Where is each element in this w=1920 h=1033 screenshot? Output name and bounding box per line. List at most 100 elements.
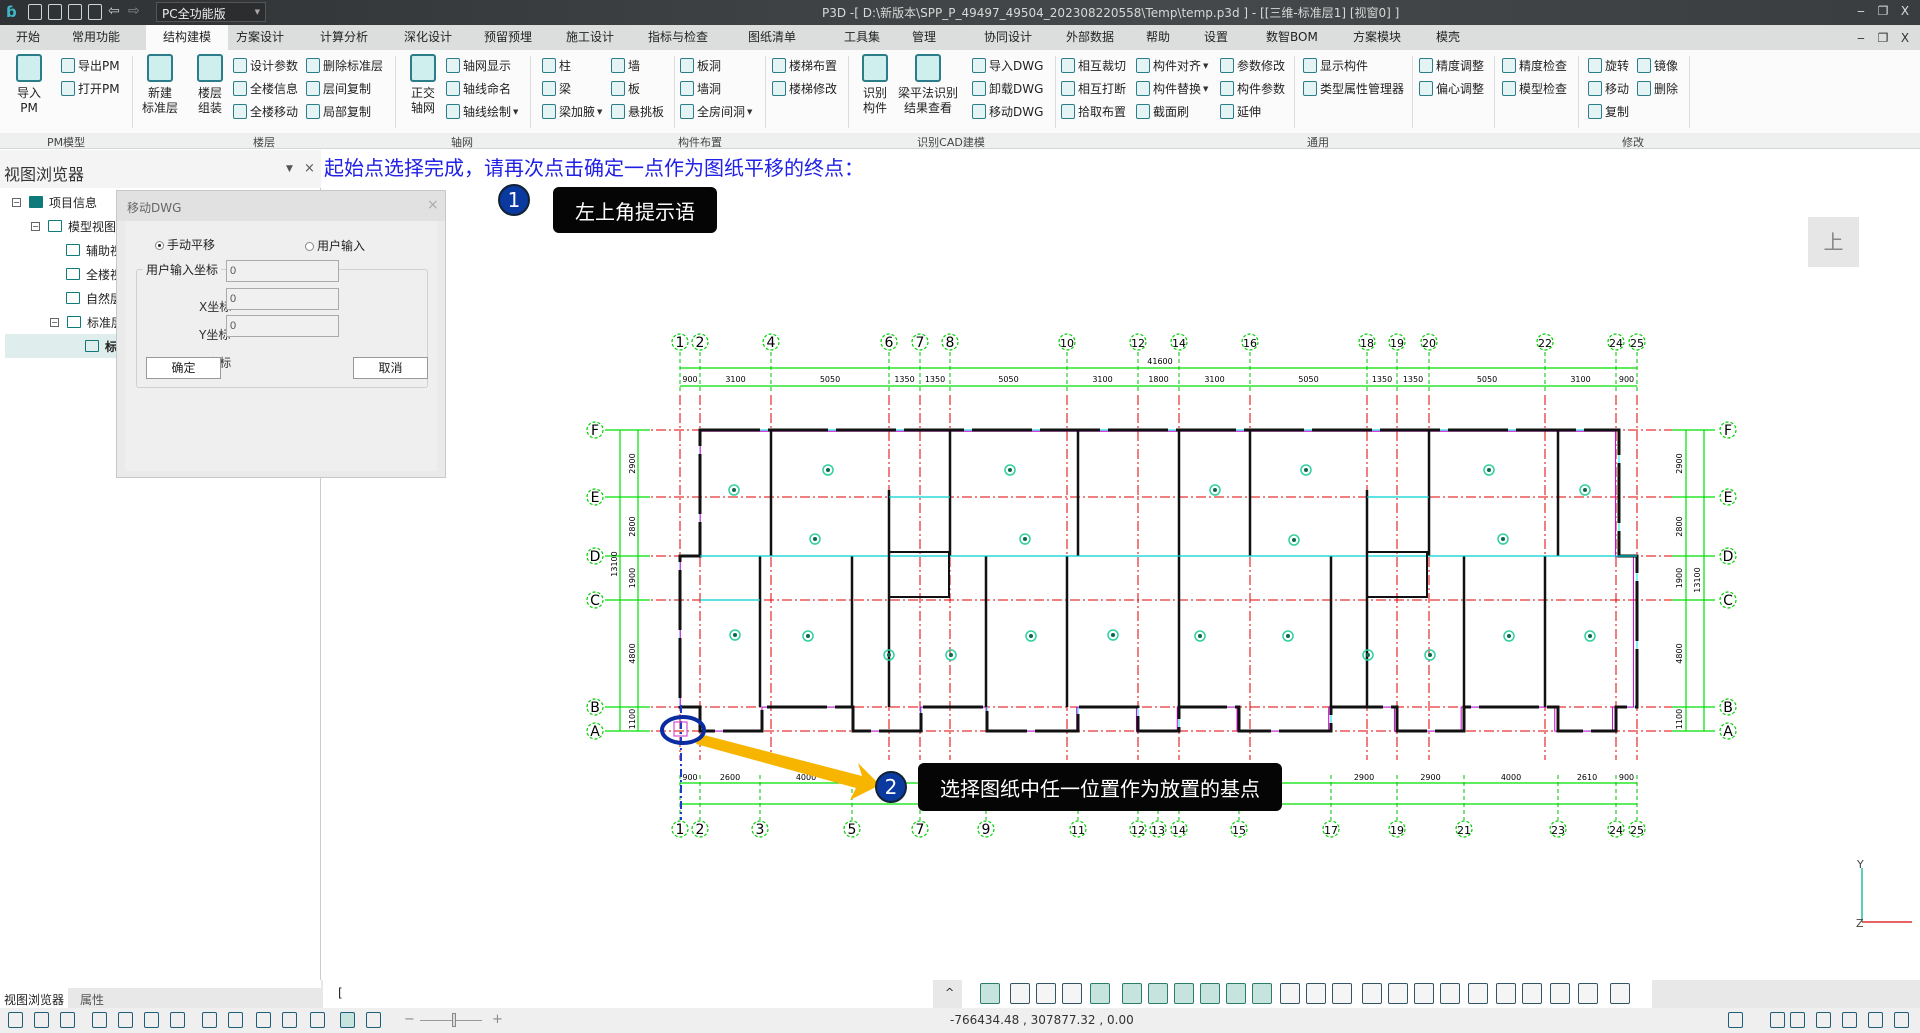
top-dimension: 5050 [1477, 375, 1497, 384]
component-tool-icon-1[interactable] [1010, 983, 1030, 1004]
status-tool-icon-2[interactable] [1790, 1012, 1805, 1028]
command-prompt-text: 起始点选择完成，请再次点击确定一点作为图纸平移的终点： [324, 156, 864, 180]
z-coordinate-input[interactable] [226, 315, 339, 337]
bottom-axis-13-label: 13 [1151, 824, 1165, 837]
component-tool-icon-11[interactable] [1280, 983, 1300, 1004]
top-dimension: 1350 [894, 375, 914, 384]
component-tool-icon-10[interactable] [1252, 983, 1272, 1004]
room-marker-center [1213, 488, 1217, 492]
view-tool-icon-12[interactable] [340, 1012, 355, 1028]
top-dimension: 3100 [1570, 375, 1590, 384]
view-tool-icon-11[interactable] [310, 1012, 325, 1028]
tab-properties[interactable]: 属性 [76, 988, 108, 1008]
radio-manual-pan[interactable]: 手动平移 [155, 236, 215, 253]
panel-close-icon[interactable]: × [304, 161, 315, 176]
component-tool-icon-15[interactable] [1388, 983, 1408, 1004]
component-tool-icon-8[interactable] [1200, 983, 1220, 1004]
room-marker-center [1292, 538, 1296, 542]
view-tool-icon-3[interactable] [92, 1012, 107, 1028]
cancel-button[interactable]: 取消 [353, 357, 428, 379]
room-marker-center [1501, 537, 1505, 541]
status-tool-icon-4[interactable] [1842, 1012, 1857, 1028]
tree-label: 模型视图 [68, 219, 117, 234]
view-tool-icon-9[interactable] [256, 1012, 271, 1028]
tree-item-project-info[interactable]: − 项目信息 [12, 190, 97, 214]
radio-user-input[interactable]: 用户输入 [305, 237, 365, 254]
component-tool-icon-4[interactable] [1090, 983, 1110, 1004]
tree-item-model-view[interactable]: − 模型视图 [31, 214, 116, 238]
dialog-close-icon[interactable]: × [427, 197, 439, 213]
zoom-slider-handle[interactable] [452, 1013, 456, 1027]
radio-unchecked-icon[interactable] [305, 242, 314, 251]
view-tool-icon-8[interactable] [228, 1012, 243, 1028]
y-coordinate-input[interactable] [226, 288, 339, 310]
right-dimension: 4800 [1675, 643, 1684, 663]
component-tool-icon-16[interactable] [1414, 983, 1434, 1004]
left-dimension: 1900 [628, 568, 637, 588]
tree-item-natural-floor[interactable]: 自然层 [66, 286, 122, 310]
component-tool-icon-6[interactable] [1148, 983, 1168, 1004]
room-marker-center [1023, 537, 1027, 541]
status-tool-icon-0[interactable] [1728, 1012, 1743, 1028]
x-coordinate-input[interactable] [226, 260, 339, 282]
component-tool-icon-23[interactable] [1610, 983, 1630, 1004]
command-input[interactable]: [ [323, 980, 933, 1008]
top-axis-7-label: 7 [916, 335, 925, 351]
bottom-axis-17-label: 17 [1324, 824, 1338, 837]
status-tool-icon-5[interactable] [1868, 1012, 1883, 1028]
component-tool-icon-12[interactable] [1306, 983, 1326, 1004]
tab-view-browser[interactable]: 视图浏览器 [0, 988, 69, 1008]
view-tool-icon-6[interactable] [170, 1012, 185, 1028]
view-tool-icon-13[interactable] [366, 1012, 381, 1028]
view-tool-icon-7[interactable] [202, 1012, 217, 1028]
component-tool-icon-17[interactable] [1440, 983, 1460, 1004]
tree-item-standard-floor-1[interactable]: 标 [85, 334, 117, 358]
left-axis-E-label: E [591, 490, 600, 506]
top-dimension: 5050 [998, 375, 1018, 384]
top-axis-20-label: 20 [1422, 337, 1436, 350]
component-tool-icon-13[interactable] [1332, 983, 1352, 1004]
ok-button[interactable]: 确定 [146, 357, 221, 379]
view-tool-icon-5[interactable] [144, 1012, 159, 1028]
tree-item-full-building[interactable]: 全楼视 [66, 262, 122, 286]
move-dwg-dialog: 移动DWG × 手动平移 用户输入 用户输入坐标 X坐标 Y坐标 Z坐标 [116, 190, 446, 478]
component-tool-icon-20[interactable] [1522, 983, 1542, 1004]
top-axis-14-label: 14 [1172, 337, 1186, 350]
zoom-slider-track[interactable] [420, 1020, 482, 1021]
component-tool-icon-9[interactable] [1226, 983, 1246, 1004]
panel-dropdown-icon[interactable]: ▼ [286, 164, 293, 174]
panel-bottom [0, 980, 321, 988]
component-tool-icon-3[interactable] [1062, 983, 1082, 1004]
view-cube-top-button[interactable]: 上 [1808, 217, 1859, 267]
collapse-icon[interactable]: − [12, 197, 21, 207]
tree-item-standard-floor[interactable]: − 标准层 [50, 310, 123, 334]
component-tool-icon-21[interactable] [1550, 983, 1570, 1004]
component-tool-icon-0[interactable] [980, 983, 1000, 1004]
view-tool-icon-0[interactable] [8, 1012, 23, 1028]
panel-header: 视图浏览器 ▼ × [0, 150, 321, 188]
status-tool-icon-1[interactable] [1770, 1012, 1785, 1028]
view-tool-icon-4[interactable] [118, 1012, 133, 1028]
collapse-icon[interactable]: − [31, 221, 40, 231]
component-tool-icon-5[interactable] [1122, 983, 1142, 1004]
radio-checked-icon[interactable] [155, 241, 164, 250]
view-tool-icon-2[interactable] [60, 1012, 75, 1028]
status-tool-icon-6[interactable] [1894, 1012, 1909, 1028]
component-tool-icon-19[interactable] [1496, 983, 1516, 1004]
zoom-in-icon[interactable]: + [492, 1012, 503, 1027]
command-history-toggle[interactable]: ^ [945, 986, 954, 999]
component-tool-icon-22[interactable] [1578, 983, 1598, 1004]
bottom-axis-3-label: 3 [756, 822, 765, 838]
tree-item-aux-view[interactable]: 辅助视 [66, 238, 122, 262]
view-tool-icon-1[interactable] [34, 1012, 49, 1028]
zoom-out-icon[interactable]: − [404, 1012, 415, 1027]
component-tool-icon-18[interactable] [1468, 983, 1488, 1004]
status-tool-icon-3[interactable] [1816, 1012, 1831, 1028]
left-dimension: 2900 [628, 453, 637, 473]
view-tool-icon-10[interactable] [282, 1012, 297, 1028]
component-tool-icon-7[interactable] [1174, 983, 1194, 1004]
component-tool-icon-14[interactable] [1362, 983, 1382, 1004]
top-axis-19-label: 19 [1390, 337, 1404, 350]
collapse-icon[interactable]: − [50, 317, 59, 327]
component-tool-icon-2[interactable] [1036, 983, 1056, 1004]
